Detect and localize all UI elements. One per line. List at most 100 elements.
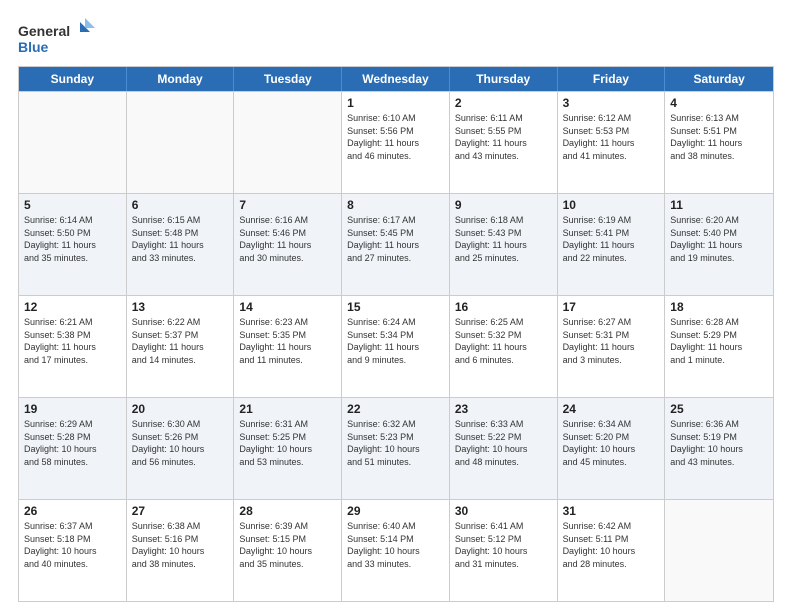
day-number: 22: [347, 402, 444, 416]
day-info: Sunrise: 6:41 AM Sunset: 5:12 PM Dayligh…: [455, 520, 552, 570]
calendar-header-cell: Wednesday: [342, 67, 450, 91]
day-info: Sunrise: 6:34 AM Sunset: 5:20 PM Dayligh…: [563, 418, 660, 468]
day-info: Sunrise: 6:10 AM Sunset: 5:56 PM Dayligh…: [347, 112, 444, 162]
calendar-cell: 1 Sunrise: 6:10 AM Sunset: 5:56 PM Daylig…: [342, 92, 450, 193]
day-info: Sunrise: 6:29 AM Sunset: 5:28 PM Dayligh…: [24, 418, 121, 468]
day-number: 10: [563, 198, 660, 212]
day-info: Sunrise: 6:18 AM Sunset: 5:43 PM Dayligh…: [455, 214, 552, 264]
calendar-cell: 9 Sunrise: 6:18 AM Sunset: 5:43 PM Daylig…: [450, 194, 558, 295]
calendar-cell: 20 Sunrise: 6:30 AM Sunset: 5:26 PM Dayli…: [127, 398, 235, 499]
calendar-cell: 25Sunrise: 6:36 AM Sunset: 5:19 PM Dayli…: [665, 398, 773, 499]
day-number: 23: [455, 402, 552, 416]
day-number: 17: [563, 300, 660, 314]
svg-text:General: General: [18, 23, 70, 39]
day-info: Sunrise: 6:28 AM Sunset: 5:29 PM Dayligh…: [670, 316, 768, 366]
day-number: 31: [563, 504, 660, 518]
day-info: Sunrise: 6:42 AM Sunset: 5:11 PM Dayligh…: [563, 520, 660, 570]
day-info: Sunrise: 6:12 AM Sunset: 5:53 PM Dayligh…: [563, 112, 660, 162]
calendar-cell: 29 Sunrise: 6:40 AM Sunset: 5:14 PM Dayli…: [342, 500, 450, 601]
calendar-cell: 6 Sunrise: 6:15 AM Sunset: 5:48 PM Daylig…: [127, 194, 235, 295]
page: GeneralBlue SundayMondayTuesdayWednesday…: [0, 0, 792, 612]
day-number: 28: [239, 504, 336, 518]
day-number: 1: [347, 96, 444, 110]
calendar-cell: 15Sunrise: 6:24 AM Sunset: 5:34 PM Dayli…: [342, 296, 450, 397]
calendar-cell-empty: [234, 92, 342, 193]
calendar-row: 12 Sunrise: 6:21 AM Sunset: 5:38 PM Dayli…: [19, 295, 773, 397]
day-info: Sunrise: 6:39 AM Sunset: 5:15 PM Dayligh…: [239, 520, 336, 570]
day-info: Sunrise: 6:23 AM Sunset: 5:35 PM Dayligh…: [239, 316, 336, 366]
day-number: 19: [24, 402, 121, 416]
day-info: Sunrise: 6:36 AM Sunset: 5:19 PM Dayligh…: [670, 418, 768, 468]
calendar-cell: 23Sunrise: 6:33 AM Sunset: 5:22 PM Dayli…: [450, 398, 558, 499]
calendar-cell: 21 Sunrise: 6:31 AM Sunset: 5:25 PM Dayli…: [234, 398, 342, 499]
day-number: 21: [239, 402, 336, 416]
logo-svg: GeneralBlue: [18, 18, 98, 58]
day-info: Sunrise: 6:37 AM Sunset: 5:18 PM Dayligh…: [24, 520, 121, 570]
calendar-cell: 18 Sunrise: 6:28 AM Sunset: 5:29 PM Dayli…: [665, 296, 773, 397]
calendar-cell: 5Sunrise: 6:14 AM Sunset: 5:50 PM Daylig…: [19, 194, 127, 295]
day-number: 20: [132, 402, 229, 416]
calendar-cell: 4Sunrise: 6:13 AM Sunset: 5:51 PM Daylig…: [665, 92, 773, 193]
day-number: 29: [347, 504, 444, 518]
day-number: 6: [132, 198, 229, 212]
calendar-cell: 7 Sunrise: 6:16 AM Sunset: 5:46 PM Daylig…: [234, 194, 342, 295]
day-info: Sunrise: 6:21 AM Sunset: 5:38 PM Dayligh…: [24, 316, 121, 366]
calendar-cell: 19 Sunrise: 6:29 AM Sunset: 5:28 PM Dayli…: [19, 398, 127, 499]
calendar-header-cell: Friday: [558, 67, 666, 91]
day-info: Sunrise: 6:17 AM Sunset: 5:45 PM Dayligh…: [347, 214, 444, 264]
day-number: 30: [455, 504, 552, 518]
calendar-header-cell: Saturday: [665, 67, 773, 91]
day-number: 8: [347, 198, 444, 212]
day-info: Sunrise: 6:40 AM Sunset: 5:14 PM Dayligh…: [347, 520, 444, 570]
calendar-cell: 28 Sunrise: 6:39 AM Sunset: 5:15 PM Dayli…: [234, 500, 342, 601]
calendar-cell: 12 Sunrise: 6:21 AM Sunset: 5:38 PM Dayli…: [19, 296, 127, 397]
calendar-cell: 16 Sunrise: 6:25 AM Sunset: 5:32 PM Dayli…: [450, 296, 558, 397]
day-number: 14: [239, 300, 336, 314]
calendar-cell: 13 Sunrise: 6:22 AM Sunset: 5:37 PM Dayli…: [127, 296, 235, 397]
calendar-row: 19 Sunrise: 6:29 AM Sunset: 5:28 PM Dayli…: [19, 397, 773, 499]
day-number: 13: [132, 300, 229, 314]
day-info: Sunrise: 6:25 AM Sunset: 5:32 PM Dayligh…: [455, 316, 552, 366]
day-number: 11: [670, 198, 768, 212]
calendar-cell: 3 Sunrise: 6:12 AM Sunset: 5:53 PM Daylig…: [558, 92, 666, 193]
calendar-body: 1 Sunrise: 6:10 AM Sunset: 5:56 PM Daylig…: [19, 91, 773, 601]
day-info: Sunrise: 6:30 AM Sunset: 5:26 PM Dayligh…: [132, 418, 229, 468]
calendar-row: 5Sunrise: 6:14 AM Sunset: 5:50 PM Daylig…: [19, 193, 773, 295]
header: GeneralBlue: [18, 18, 774, 58]
day-info: Sunrise: 6:15 AM Sunset: 5:48 PM Dayligh…: [132, 214, 229, 264]
day-number: 9: [455, 198, 552, 212]
calendar-cell: 2Sunrise: 6:11 AM Sunset: 5:55 PM Daylig…: [450, 92, 558, 193]
day-number: 7: [239, 198, 336, 212]
calendar-header: SundayMondayTuesdayWednesdayThursdayFrid…: [19, 67, 773, 91]
day-info: Sunrise: 6:38 AM Sunset: 5:16 PM Dayligh…: [132, 520, 229, 570]
day-info: Sunrise: 6:31 AM Sunset: 5:25 PM Dayligh…: [239, 418, 336, 468]
svg-text:Blue: Blue: [18, 39, 49, 55]
day-number: 16: [455, 300, 552, 314]
day-info: Sunrise: 6:27 AM Sunset: 5:31 PM Dayligh…: [563, 316, 660, 366]
day-info: Sunrise: 6:24 AM Sunset: 5:34 PM Dayligh…: [347, 316, 444, 366]
calendar-cell-empty: [127, 92, 235, 193]
logo: GeneralBlue: [18, 18, 98, 58]
day-info: Sunrise: 6:16 AM Sunset: 5:46 PM Dayligh…: [239, 214, 336, 264]
calendar-row: 1 Sunrise: 6:10 AM Sunset: 5:56 PM Daylig…: [19, 91, 773, 193]
day-info: Sunrise: 6:13 AM Sunset: 5:51 PM Dayligh…: [670, 112, 768, 162]
calendar-header-cell: Tuesday: [234, 67, 342, 91]
calendar-cell: 26 Sunrise: 6:37 AM Sunset: 5:18 PM Dayli…: [19, 500, 127, 601]
calendar-header-cell: Thursday: [450, 67, 558, 91]
calendar-cell-empty: [665, 500, 773, 601]
calendar-cell: 31 Sunrise: 6:42 AM Sunset: 5:11 PM Dayli…: [558, 500, 666, 601]
day-info: Sunrise: 6:20 AM Sunset: 5:40 PM Dayligh…: [670, 214, 768, 264]
calendar-cell: 30 Sunrise: 6:41 AM Sunset: 5:12 PM Dayli…: [450, 500, 558, 601]
day-number: 3: [563, 96, 660, 110]
day-number: 26: [24, 504, 121, 518]
day-info: Sunrise: 6:22 AM Sunset: 5:37 PM Dayligh…: [132, 316, 229, 366]
day-number: 18: [670, 300, 768, 314]
day-number: 24: [563, 402, 660, 416]
calendar-cell: 24 Sunrise: 6:34 AM Sunset: 5:20 PM Dayli…: [558, 398, 666, 499]
calendar-cell: 17 Sunrise: 6:27 AM Sunset: 5:31 PM Dayli…: [558, 296, 666, 397]
day-number: 12: [24, 300, 121, 314]
calendar: SundayMondayTuesdayWednesdayThursdayFrid…: [18, 66, 774, 602]
day-number: 2: [455, 96, 552, 110]
calendar-cell: 27Sunrise: 6:38 AM Sunset: 5:16 PM Dayli…: [127, 500, 235, 601]
calendar-cell: 10Sunrise: 6:19 AM Sunset: 5:41 PM Dayli…: [558, 194, 666, 295]
